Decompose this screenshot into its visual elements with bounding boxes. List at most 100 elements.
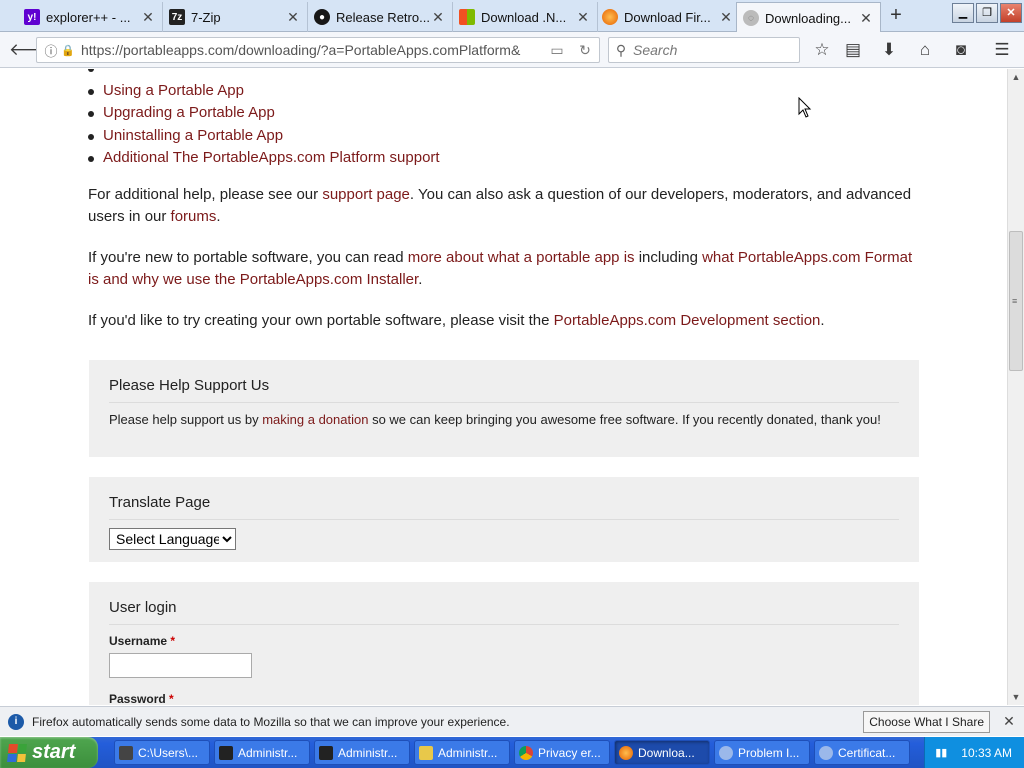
telemetry-notification-bar: i Firefox automatically sends some data … [0,706,1024,736]
taskbar-item[interactable]: Certificat... [814,740,910,765]
tab-label: Release Retro... [336,9,430,25]
portable-software-paragraph: If you're new to portable software, you … [88,247,918,291]
forums-link[interactable]: forums [171,208,217,225]
taskbar-item[interactable]: Problem I... [714,740,810,765]
taskbar-item[interactable]: C:\Users\... [114,740,210,765]
home-icon[interactable]: ⌂ [913,38,937,62]
taskbar-item[interactable]: Administr... [414,740,510,765]
pocket-icon[interactable]: ◙ [949,38,973,62]
para-text: . [820,312,825,329]
close-tab-icon[interactable]: ✕ [430,9,446,26]
scroll-down-arrow-icon[interactable]: ▼ [1008,689,1024,705]
windows-logo-icon [7,743,27,762]
support-text: Please help support us by making a donat… [109,403,899,427]
start-button[interactable]: start [0,737,98,768]
window-icon [819,745,833,760]
scroll-up-arrow-icon[interactable]: ▲ [1008,69,1024,85]
tab-download-net[interactable]: Download .N... ✕ [453,2,598,32]
uninstalling-portable-app-link[interactable]: Uninstalling a Portable App [103,127,283,144]
info-icon[interactable]: ⓘ [41,41,61,60]
taskbar: start C:\Users\... Administr... Administ… [0,737,1024,768]
downloads-icon[interactable]: ⬇ [877,38,901,62]
para-text: If you'd like to try creating your own p… [88,312,554,329]
github-icon: ● [314,9,330,25]
tab-explorer[interactable]: y! explorer++ - ... ✕ [18,2,163,32]
firefox-icon [619,745,633,760]
development-section-link[interactable]: PortableApps.com Development section [554,312,821,329]
info-icon: i [8,713,24,730]
tab-download-firefox[interactable]: Download Fir... ✕ [596,2,741,32]
scroll-thumb[interactable]: ≡ [1009,231,1023,371]
taskbar-item[interactable]: Privacy er... [514,740,610,765]
taskbar-item-label: Administr... [438,745,498,760]
menu-icon[interactable]: ☰ [990,38,1014,62]
minimize-button[interactable]: ▁ [952,3,974,23]
choose-what-i-share-button[interactable]: Choose What I Share [863,710,990,733]
taskbar-item[interactable]: Administr... [214,740,310,765]
taskbar-item-label: C:\Users\... [138,745,199,760]
para-text: For additional help, please see our [88,186,323,203]
navigation-toolbar: 🡐 ⓘ 🔒 https://portableapps.com/downloadi… [0,32,1024,68]
loading-icon: ◌ [743,10,759,26]
development-paragraph: If you'd like to try creating your own p… [88,310,918,332]
close-window-button[interactable]: ✕ [1000,3,1022,23]
close-tab-icon[interactable]: ✕ [285,9,301,26]
url-text[interactable]: https://portableapps.com/downloading/?a=… [75,42,543,58]
taskbar-item[interactable]: Downloa... [614,740,710,765]
password-label: Password * [109,692,899,705]
para-text: If you're new to portable software, you … [88,249,408,266]
bookmarks-library-icon[interactable]: ▤ [841,38,865,62]
tab-label: Downloading... [765,10,851,26]
using-portable-app-link[interactable]: Using a Portable App [103,82,244,99]
support-block: Please Help Support Us Please help suppo… [89,360,919,457]
cmd-icon [319,745,333,760]
tab-7zip[interactable]: 7z 7-Zip ✕ [163,2,308,32]
lock-icon[interactable]: 🔒 [61,44,75,57]
taskbar-item-label: Administr... [338,745,398,760]
restore-button[interactable]: ❐ [976,3,998,23]
grip-icon: ≡ [1012,296,1018,306]
taskbar-item[interactable]: Administr... [314,740,410,765]
back-button[interactable]: 🡐 [9,38,55,62]
url-bar[interactable]: ⓘ 🔒 https://portableapps.com/downloading… [36,37,600,63]
para-text: including [634,249,703,266]
close-tab-icon[interactable]: ✕ [140,9,156,26]
support-page-link[interactable]: support page [322,186,410,203]
close-tab-icon[interactable]: ✕ [718,9,734,26]
search-placeholder: Search [633,42,678,58]
close-tab-icon[interactable]: ✕ [575,9,591,26]
taskbar-item-label: Certificat... [838,745,896,760]
required-mark: * [169,692,174,705]
list-item: Getting Started [88,69,440,80]
network-icon[interactable]: ▮▮ [935,746,947,759]
reader-view-icon[interactable]: ▭ [543,42,571,59]
bookmark-star-icon[interactable]: ☆ [810,38,834,62]
portable-app-info-link[interactable]: more about what a portable app is [408,249,635,266]
vertical-scrollbar[interactable]: ▲ ≡ ▼ [1007,69,1024,705]
taskbar-item-label: Problem I... [738,745,800,760]
search-input[interactable]: ⚲ Search [608,37,800,63]
upgrading-portable-app-link[interactable]: Upgrading a Portable App [103,104,275,121]
notification-message: Firefox automatically sends some data to… [32,714,510,729]
translate-title: Translate Page [109,477,899,520]
7zip-icon: 7z [169,9,185,25]
donation-link[interactable]: making a donation [262,412,368,427]
chrome-icon [519,745,533,760]
tab-downloading[interactable]: ◌ Downloading... ✕ [736,2,881,33]
language-select[interactable]: Select Language [109,528,236,550]
new-tab-button[interactable]: + [884,4,908,28]
system-tray: ▮▮ 10:33 AM [924,737,1024,768]
close-notification-icon[interactable]: ✕ [1000,713,1018,730]
password-label-text: Password [109,692,166,705]
tab-release[interactable]: ● Release Retro... ✕ [308,2,453,32]
close-tab-icon[interactable]: ✕ [858,10,874,27]
reload-icon[interactable]: ↻ [571,42,599,59]
username-field[interactable] [109,653,252,678]
list-item: Uninstalling a Portable App [88,125,440,148]
list-item: Additional The PortableApps.com Platform… [88,147,440,170]
clock: 10:33 AM [961,745,1012,760]
username-label: Username * [109,634,899,648]
firefox-icon [602,9,618,25]
platform-support-link[interactable]: Additional The PortableApps.com Platform… [103,149,440,166]
taskbar-item-label: Privacy er... [538,745,601,760]
